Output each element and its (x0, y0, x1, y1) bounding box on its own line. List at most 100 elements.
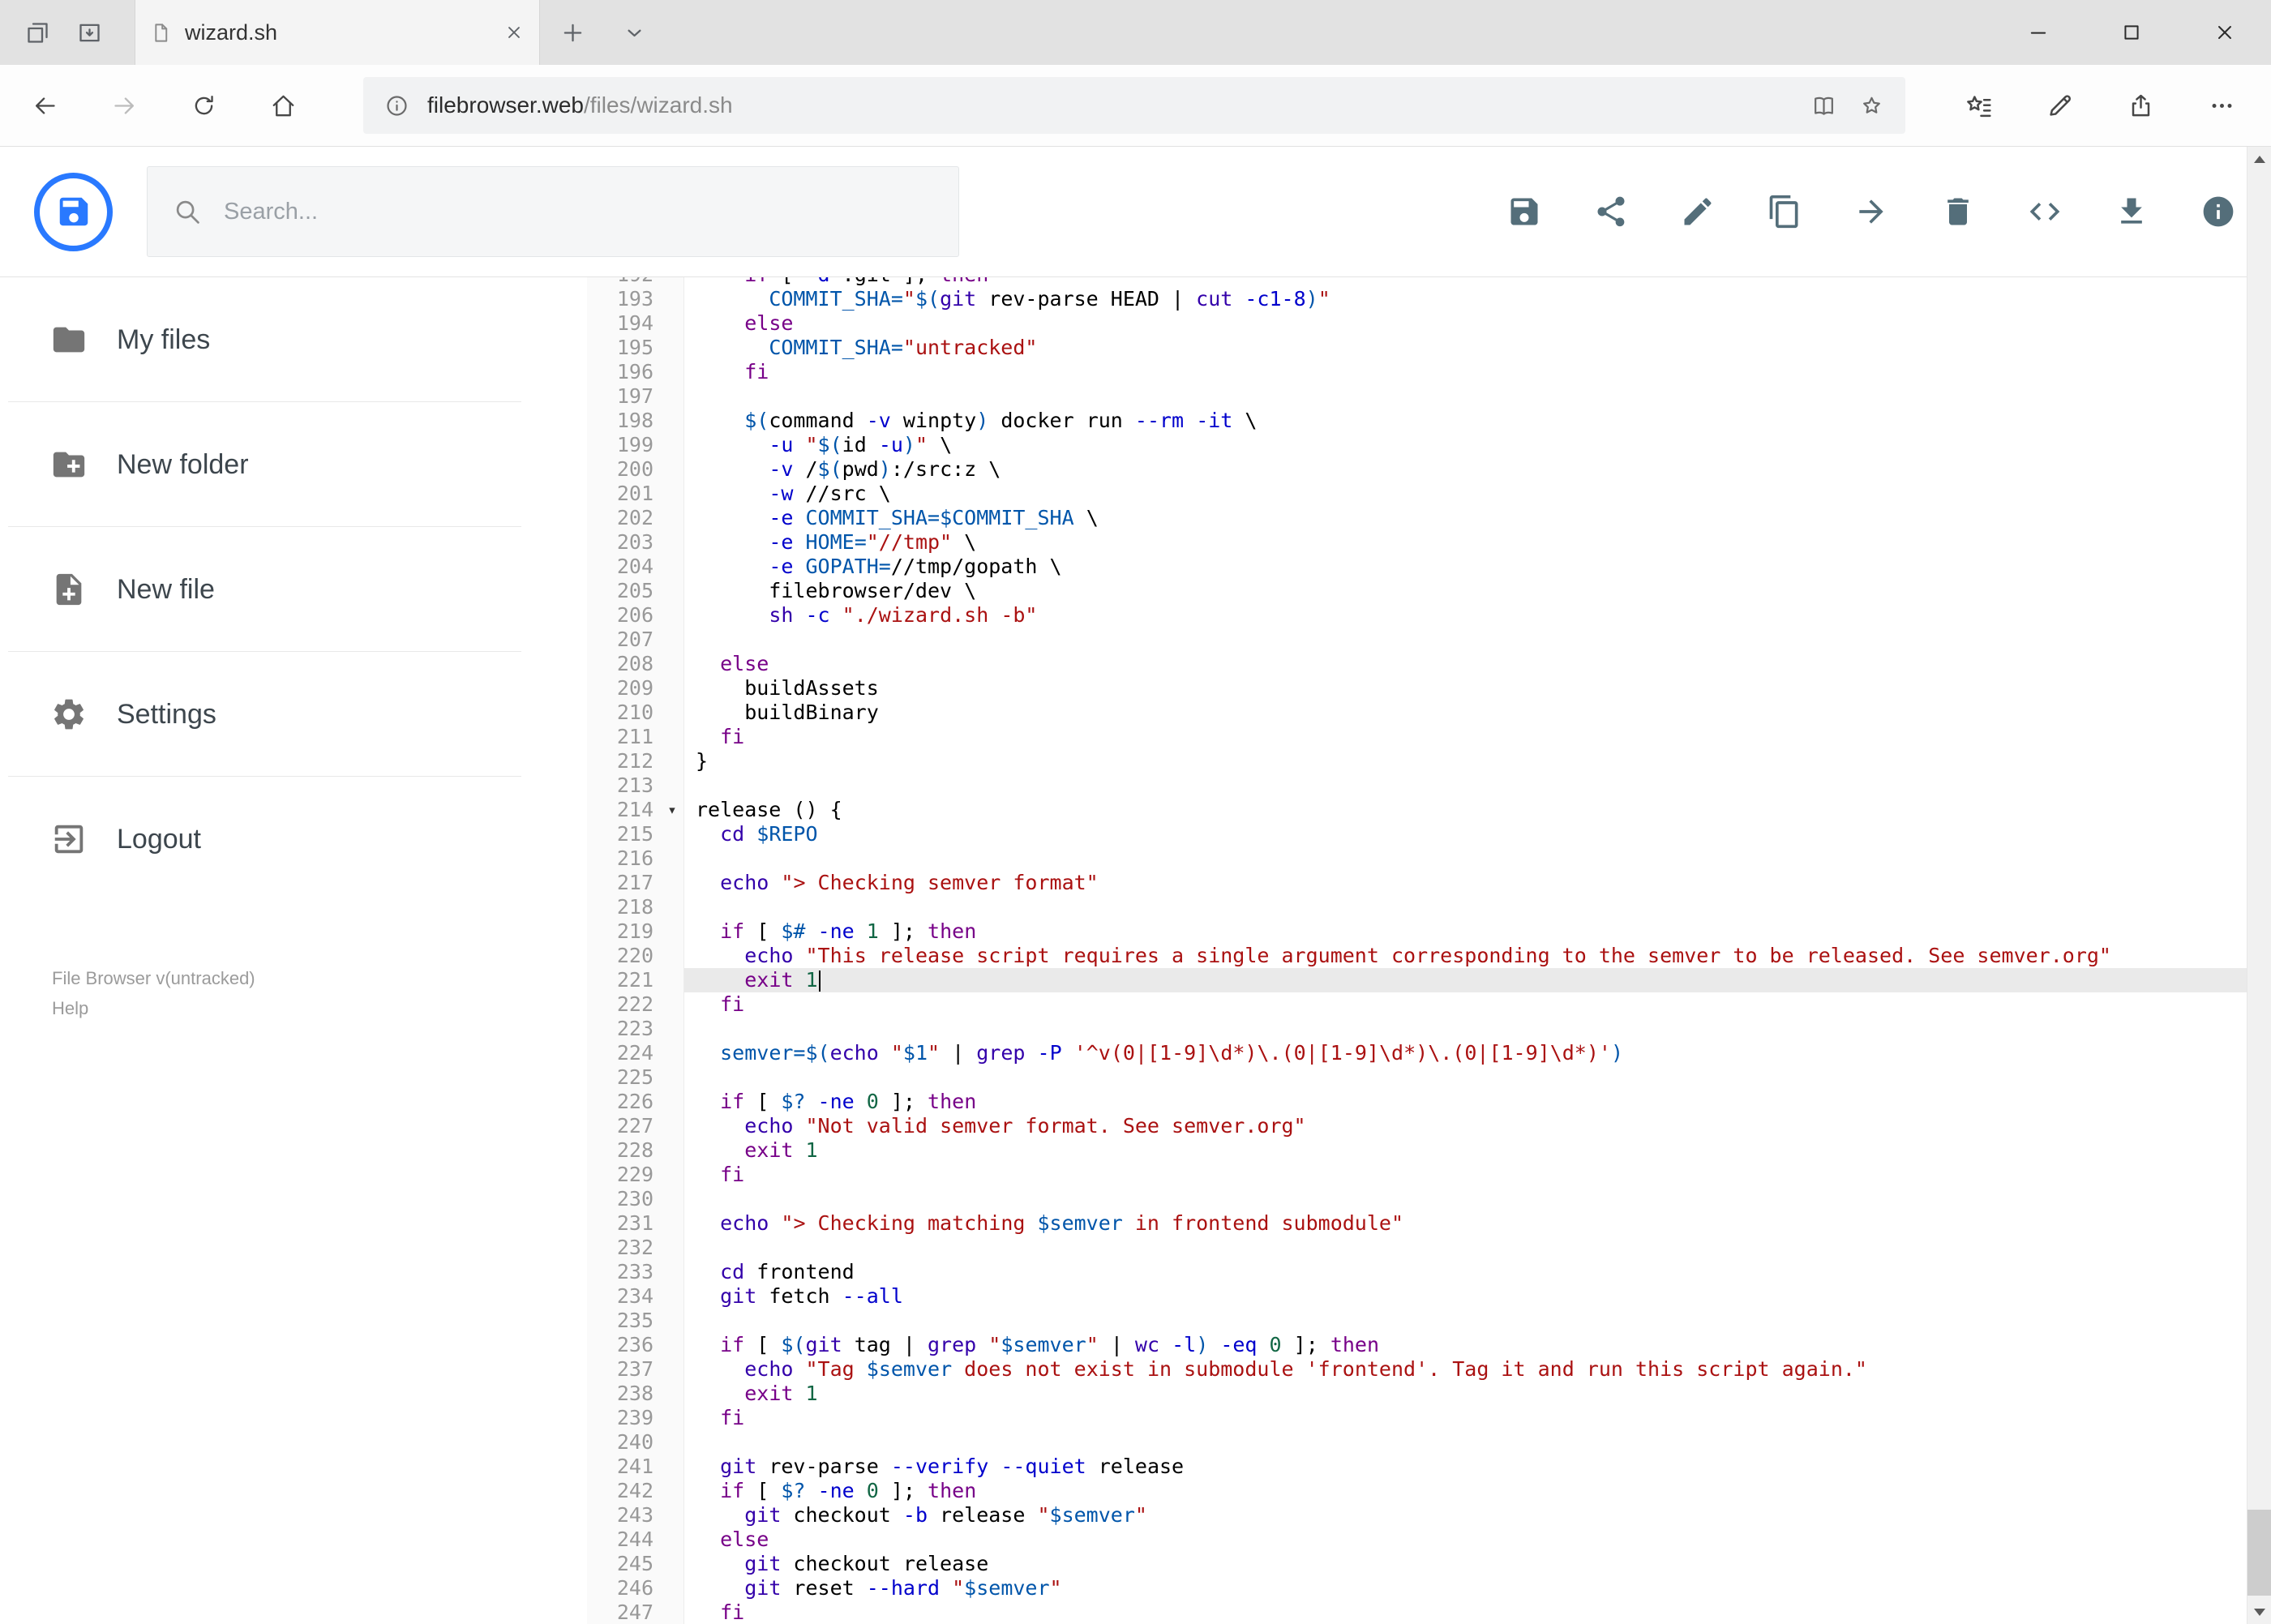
code-text[interactable]: if [ $(git tag | grep "$semver" | wc -l)… (684, 1333, 2271, 1357)
code-text[interactable]: -e COMMIT_SHA=$COMMIT_SHA \ (684, 506, 2271, 530)
hub-button[interactable] (1938, 65, 2019, 146)
code-text[interactable]: if [ $# -ne 1 ]; then (684, 919, 2271, 944)
scroll-up-button[interactable] (2247, 147, 2271, 171)
web-note-button[interactable] (2019, 65, 2100, 146)
code-text[interactable] (684, 384, 2271, 409)
code-text[interactable]: if [ $? -ne 0 ]; then (684, 1090, 2271, 1114)
code-text[interactable]: buildAssets (684, 676, 2271, 701)
code-text[interactable]: else (684, 311, 2271, 336)
code-text[interactable]: fi (684, 1406, 2271, 1430)
vertical-scrollbar[interactable] (2247, 147, 2271, 1624)
code-text[interactable]: -e GOPATH=//tmp/gopath \ (684, 555, 2271, 579)
code-text[interactable]: git rev-parse --verify --quiet release (684, 1455, 2271, 1479)
reading-view-icon[interactable] (1811, 93, 1836, 118)
code-text[interactable] (684, 773, 2271, 798)
code-text[interactable] (684, 1065, 2271, 1090)
code-text[interactable]: sh -c "./wizard.sh -b" (684, 603, 2271, 628)
address-bar[interactable]: filebrowser.web/files/wizard.sh (363, 77, 1905, 134)
forward-button[interactable] (84, 65, 164, 146)
save-button[interactable] (1480, 147, 1567, 276)
code-text[interactable]: git fetch --all (684, 1284, 2271, 1309)
code-text[interactable]: -v /$(pwd):/src:z \ (684, 457, 2271, 482)
code-text[interactable] (684, 1430, 2271, 1455)
code-text[interactable]: echo "> Checking matching $semver in fro… (684, 1211, 2271, 1236)
new-tab-button[interactable] (540, 0, 605, 65)
tab-list-button[interactable] (605, 0, 663, 65)
code-text[interactable]: if [ $? -ne 0 ]; then (684, 1479, 2271, 1503)
code-text[interactable] (684, 895, 2271, 919)
share-page-button[interactable] (2100, 65, 2181, 146)
search-input[interactable] (224, 198, 934, 225)
share-button[interactable] (1567, 147, 1654, 276)
code-text[interactable]: cd frontend (684, 1260, 2271, 1284)
code-text[interactable]: semver=$(echo "$1" | grep -P '^v(0|[1-9]… (684, 1041, 2271, 1065)
move-button[interactable] (1828, 147, 1914, 276)
home-button[interactable] (243, 65, 323, 146)
code-text[interactable]: cd $REPO (684, 822, 2271, 846)
code-text[interactable]: fi (684, 1600, 2271, 1624)
download-button[interactable] (2088, 147, 2175, 276)
code-text[interactable] (684, 1309, 2271, 1333)
sidebar-item-new-file[interactable]: New file (0, 527, 587, 652)
search-box[interactable] (147, 166, 959, 257)
code-text[interactable]: fi (684, 725, 2271, 749)
code-text[interactable]: echo "This release script requires a sin… (684, 944, 2271, 968)
code-text[interactable] (684, 1017, 2271, 1041)
favorite-star-icon[interactable] (1859, 93, 1884, 118)
code-text[interactable]: echo "Not valid semver format. See semve… (684, 1114, 2271, 1138)
scroll-down-button[interactable] (2247, 1600, 2271, 1624)
code-text[interactable]: exit 1 (684, 1138, 2271, 1163)
code-text[interactable]: else (684, 652, 2271, 676)
code-text[interactable]: echo "> Checking semver format" (684, 871, 2271, 895)
code-text[interactable]: -e HOME="//tmp" \ (684, 530, 2271, 555)
code-text[interactable]: git reset --hard "$semver" (684, 1576, 2271, 1600)
tab-close-icon[interactable] (503, 22, 525, 43)
code-text[interactable]: fi (684, 992, 2271, 1017)
sidebar-item-my-files[interactable]: My files (0, 277, 587, 402)
url-text[interactable]: filebrowser.web/files/wizard.sh (427, 92, 733, 118)
code-text[interactable]: git checkout -b release "$semver" (684, 1503, 2271, 1528)
tab-preview-button[interactable] (63, 0, 115, 65)
refresh-button[interactable] (164, 65, 243, 146)
rename-button[interactable] (1654, 147, 1741, 276)
code-text[interactable]: git checkout release (684, 1552, 2271, 1576)
minimize-button[interactable] (1991, 0, 2085, 65)
tab-wizard-sh[interactable]: wizard.sh (135, 0, 540, 65)
site-info-icon[interactable] (384, 93, 409, 118)
scrollbar-thumb[interactable] (2247, 1510, 2271, 1596)
code-text[interactable]: exit 1 (684, 968, 2271, 992)
sidebar-item-settings[interactable]: Settings (0, 652, 587, 777)
code-text[interactable]: exit 1 (684, 1382, 2271, 1406)
code-text[interactable]: if [ -d .git ]; then (684, 277, 2271, 287)
close-button[interactable] (2178, 0, 2271, 65)
filebrowser-logo[interactable] (34, 172, 113, 251)
code-text[interactable]: release () { (684, 798, 2271, 822)
code-text[interactable]: else (684, 1528, 2271, 1552)
maximize-button[interactable] (2085, 0, 2178, 65)
sidebar-item-new-folder[interactable]: New folder (0, 402, 587, 527)
copy-button[interactable] (1741, 147, 1828, 276)
back-button[interactable] (5, 65, 84, 146)
code-text[interactable]: fi (684, 360, 2271, 384)
code-text[interactable] (684, 1187, 2271, 1211)
code-text[interactable] (684, 846, 2271, 871)
code-text[interactable]: filebrowser/dev \ (684, 579, 2271, 603)
fold-open-marker[interactable]: ▾ (660, 798, 684, 822)
more-options-button[interactable] (2181, 65, 2262, 146)
code-text[interactable]: fi (684, 1163, 2271, 1187)
code-text[interactable]: $(command -v winpty) docker run --rm -it… (684, 409, 2271, 433)
code-text[interactable]: COMMIT_SHA="$(git rev-parse HEAD | cut -… (684, 287, 2271, 311)
code-text[interactable]: COMMIT_SHA="untracked" (684, 336, 2271, 360)
code-text[interactable]: -w //src \ (684, 482, 2271, 506)
code-text[interactable]: -u "$(id -u)" \ (684, 433, 2271, 457)
set-tabs-aside-button[interactable] (11, 0, 63, 65)
code-text[interactable]: echo "Tag $semver does not exist in subm… (684, 1357, 2271, 1382)
code-button[interactable] (2001, 147, 2088, 276)
code-text[interactable]: } (684, 749, 2271, 773)
code-text[interactable] (684, 1236, 2271, 1260)
code-editor[interactable]: 192 if [ -d .git ]; then193 COMMIT_SHA="… (587, 277, 2271, 1624)
delete-button[interactable] (1914, 147, 2001, 276)
sidebar-item-logout[interactable]: Logout (0, 777, 587, 902)
code-text[interactable]: buildBinary (684, 701, 2271, 725)
help-link[interactable]: Help (52, 993, 255, 1023)
